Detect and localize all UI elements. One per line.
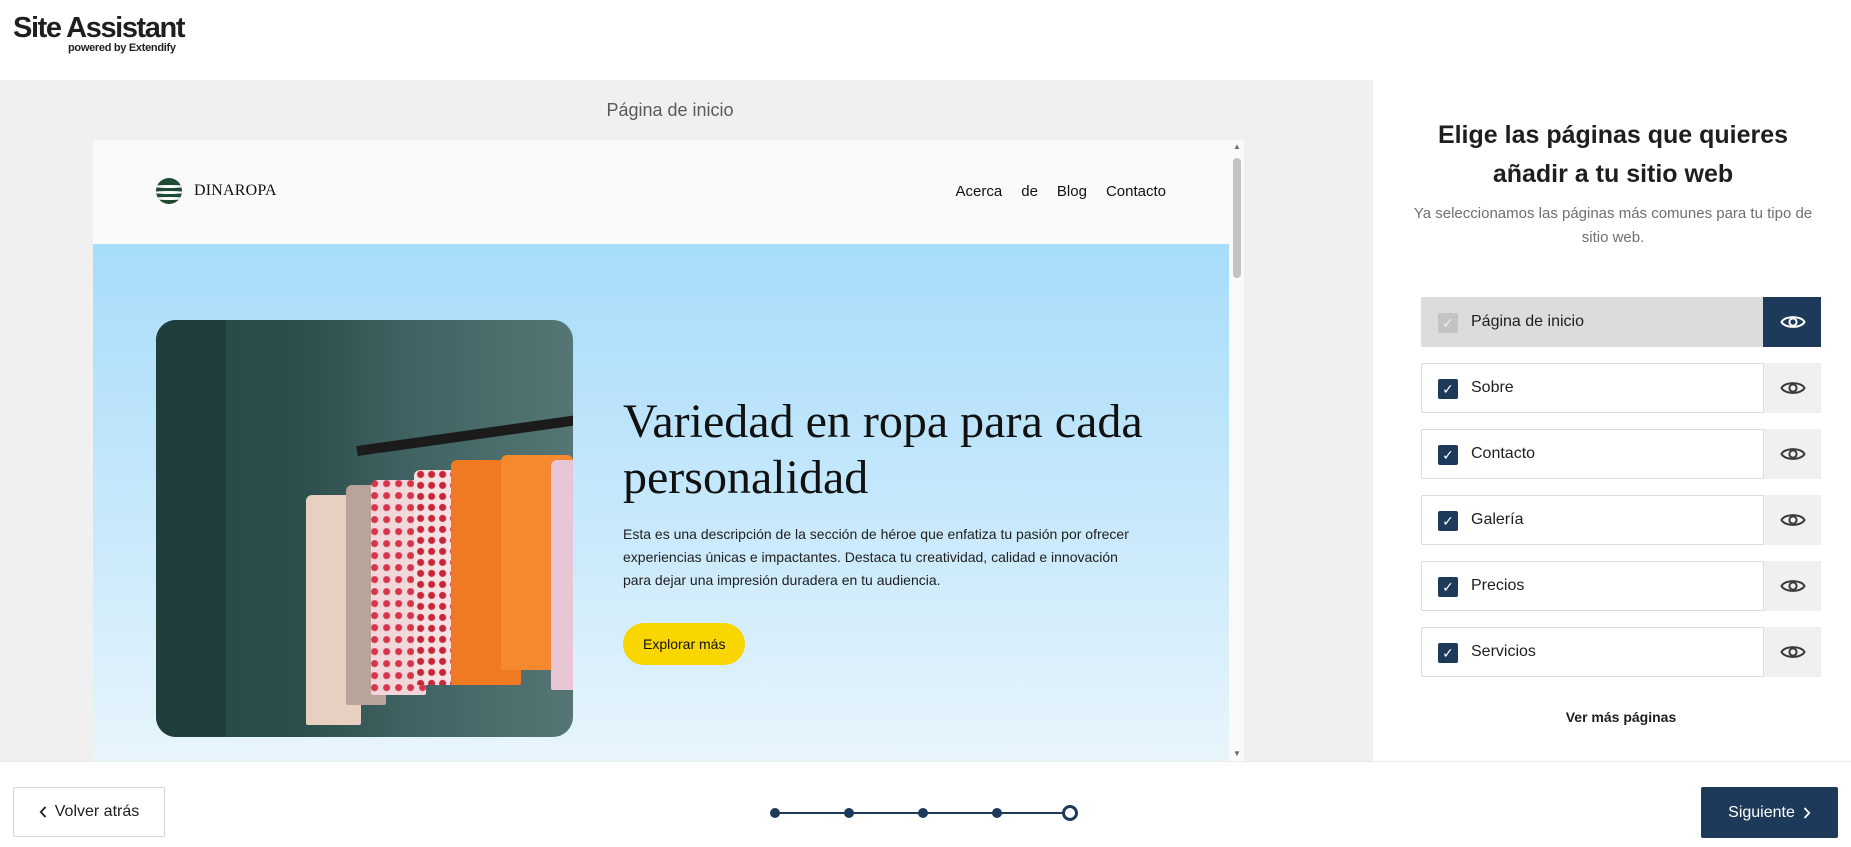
hero-image bbox=[156, 320, 573, 737]
site-nav-item: Blog bbox=[1056, 183, 1087, 200]
checkbox-galeria[interactable]: ✓ bbox=[1438, 511, 1458, 531]
hero-explore-button: Explorar más bbox=[623, 623, 746, 665]
checkbox-home: ✓ bbox=[1438, 313, 1458, 333]
next-button-label: Siguiente bbox=[1728, 803, 1795, 821]
app-subtitle: powered by Extendify bbox=[68, 42, 176, 54]
back-button[interactable]: Volver atrás bbox=[13, 787, 165, 837]
hero-heading: Variedad en ropa para cada personalidad bbox=[623, 395, 1143, 504]
page-item-label: Galería bbox=[1471, 511, 1524, 528]
preview-button-servicios[interactable] bbox=[1763, 627, 1821, 677]
back-button-label: Volver atrás bbox=[54, 803, 140, 820]
preview-title: Página de inicio bbox=[606, 100, 734, 120]
checkbox-servicios[interactable]: ✓ bbox=[1438, 643, 1458, 663]
site-brand: DINAROPA bbox=[156, 178, 277, 204]
checkmark-icon: ✓ bbox=[1442, 447, 1454, 463]
eye-icon bbox=[1779, 646, 1806, 658]
preview-scrollbar[interactable]: ▲ ▼ bbox=[1229, 140, 1244, 761]
chevron-left-icon bbox=[39, 806, 46, 818]
brand-name: DINAROPA bbox=[194, 182, 277, 199]
page-item-label: Sobre bbox=[1471, 379, 1514, 396]
checkbox-sobre[interactable]: ✓ bbox=[1438, 379, 1458, 399]
checkmark-icon: ✓ bbox=[1442, 315, 1454, 331]
page-item-label: Precios bbox=[1471, 577, 1525, 594]
eye-icon bbox=[1779, 448, 1806, 460]
page-item-label: Página de inicio bbox=[1471, 313, 1584, 330]
page-selection-panel: Elige las páginas que quieres añadir a t… bbox=[1373, 80, 1851, 761]
scroll-thumb[interactable] bbox=[1233, 158, 1241, 278]
more-pages-link[interactable]: Ver más páginas bbox=[1421, 709, 1821, 725]
hero-description: Esta es una descripción de la sección de… bbox=[623, 526, 1129, 588]
hero-content: Variedad en ropa para cada personalidad … bbox=[623, 394, 1163, 665]
step-dot bbox=[770, 808, 780, 818]
page-list: ✓ Página de inicio ✓ Sobre ✓ Contacto ✓ … bbox=[1421, 297, 1821, 693]
app-logo: Site Assistant powered by Extendify bbox=[13, 12, 213, 54]
wizard-footer: Volver atrás Siguiente bbox=[0, 761, 1851, 847]
checkbox-precios[interactable]: ✓ bbox=[1438, 577, 1458, 597]
page-preview-area: Página de inicio DINAROPA Acerca de Blog… bbox=[0, 80, 1373, 761]
preview-button-contacto[interactable] bbox=[1763, 429, 1821, 479]
site-nav-item: Acerca bbox=[955, 183, 1003, 200]
site-hero: Variedad en ropa para cada personalidad … bbox=[93, 244, 1229, 761]
panel-subheading: Ya seleccionamos las páginas más comunes… bbox=[1413, 205, 1813, 246]
step-dot bbox=[844, 808, 854, 818]
page-item-home: ✓ Página de inicio bbox=[1421, 297, 1821, 347]
preview-frame[interactable]: DINAROPA Acerca de Blog Contacto Varieda… bbox=[93, 140, 1244, 761]
brand-logo-icon bbox=[156, 178, 182, 204]
site-nav-item: de bbox=[1021, 183, 1038, 200]
page-item-label: Contacto bbox=[1471, 445, 1536, 462]
step-dot-current bbox=[1062, 805, 1078, 821]
checkmark-icon: ✓ bbox=[1442, 645, 1454, 661]
checkbox-contacto[interactable]: ✓ bbox=[1438, 445, 1458, 465]
eye-icon bbox=[1779, 382, 1806, 394]
checkmark-icon: ✓ bbox=[1442, 381, 1454, 397]
page-item-precios[interactable]: ✓ Precios bbox=[1421, 561, 1821, 611]
eye-icon bbox=[1779, 316, 1806, 328]
preview-button-home[interactable] bbox=[1763, 297, 1821, 347]
preview-button-galeria[interactable] bbox=[1763, 495, 1821, 545]
site-header: DINAROPA Acerca de Blog Contacto bbox=[93, 140, 1229, 244]
step-progress bbox=[770, 805, 1078, 821]
eye-icon bbox=[1779, 580, 1806, 592]
scroll-up-icon[interactable]: ▲ bbox=[1233, 142, 1241, 151]
checkmark-icon: ✓ bbox=[1442, 579, 1454, 595]
site-nav: Acerca de Blog Contacto bbox=[956, 183, 1166, 200]
page-item-sobre[interactable]: ✓ Sobre bbox=[1421, 363, 1821, 413]
preview-button-sobre[interactable] bbox=[1763, 363, 1821, 413]
chevron-right-icon bbox=[1803, 806, 1811, 819]
eye-icon bbox=[1779, 514, 1806, 526]
app-title: Site Assistant bbox=[13, 12, 186, 44]
preview-button-precios[interactable] bbox=[1763, 561, 1821, 611]
scroll-down-icon[interactable]: ▼ bbox=[1233, 749, 1241, 758]
checkmark-icon: ✓ bbox=[1442, 513, 1454, 529]
panel-heading: Elige las páginas que quieres añadir a t… bbox=[1437, 121, 1789, 188]
page-item-label: Servicios bbox=[1471, 643, 1536, 660]
step-dot bbox=[918, 808, 928, 818]
page-item-contacto[interactable]: ✓ Contacto bbox=[1421, 429, 1821, 479]
site-nav-item: Contacto bbox=[1105, 183, 1166, 200]
step-dot bbox=[992, 808, 1002, 818]
page-item-galeria[interactable]: ✓ Galería bbox=[1421, 495, 1821, 545]
page-item-servicios[interactable]: ✓ Servicios bbox=[1421, 627, 1821, 677]
next-button[interactable]: Siguiente bbox=[1701, 787, 1838, 838]
